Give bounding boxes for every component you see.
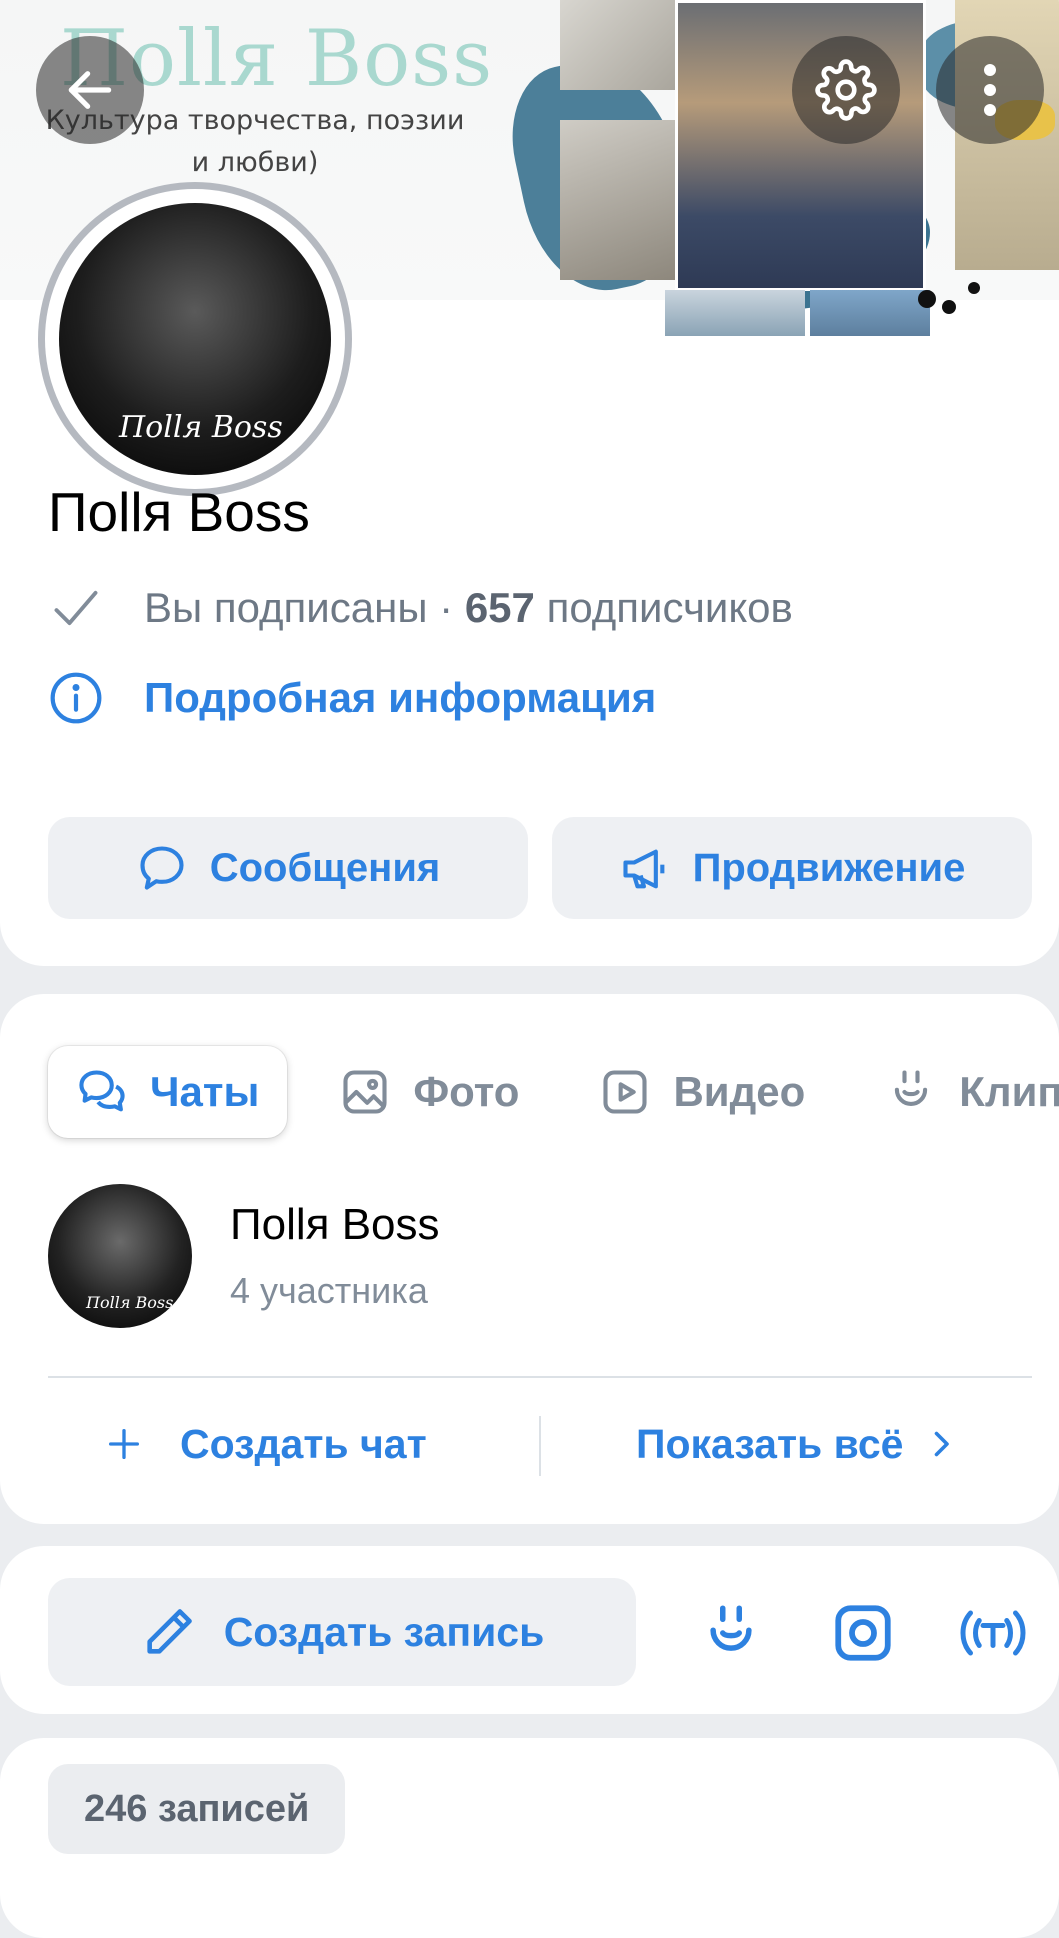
- live-button[interactable]: [958, 1598, 1028, 1668]
- message-bubble-icon: [140, 846, 184, 890]
- show-all-button[interactable]: Показать всё: [636, 1404, 959, 1484]
- chats-icon: [79, 1070, 125, 1112]
- tab-photo[interactable]: Фото: [311, 1046, 547, 1138]
- vertical-separator: [539, 1416, 541, 1476]
- instagram-button[interactable]: [828, 1598, 898, 1668]
- posts-count-badge[interactable]: 246 записей: [48, 1764, 346, 1854]
- create-clip-button[interactable]: [696, 1598, 766, 1668]
- more-vertical-icon: [984, 64, 996, 116]
- group-avatar[interactable]: Поllя Boss: [38, 182, 352, 496]
- clips-icon: [710, 1605, 752, 1651]
- create-post-label: Создать запись: [223, 1608, 545, 1655]
- chats-card: Чаты Фото Видео Клип Поllя Boss Поllя Bo…: [0, 994, 1059, 1524]
- subscribers-count: 657: [464, 584, 535, 631]
- group-name: Поllя Boss: [48, 481, 310, 543]
- chat-list-item[interactable]: Поllя Boss Поllя Boss 4 участника: [48, 1184, 440, 1328]
- posts-card: 246 записей: [0, 1738, 1059, 1938]
- clips-icon: [895, 1070, 928, 1106]
- chevron-right-icon: [935, 1431, 950, 1457]
- avatar-logo-text: Поllя Boss: [119, 410, 283, 445]
- checkmark-icon: [54, 590, 98, 626]
- tab-video[interactable]: Видео: [571, 1046, 833, 1138]
- tab-video-label: Видео: [673, 1068, 806, 1115]
- create-chat-label: Создать чат: [180, 1420, 427, 1467]
- promotion-label: Продвижение: [692, 845, 966, 890]
- avatar-image: Поllя Boss: [59, 203, 331, 475]
- subscribers-label: подписчиков: [534, 584, 793, 631]
- tab-photo-label: Фото: [413, 1068, 520, 1115]
- chat-members: 4 участника: [230, 1270, 428, 1311]
- subscription-status: Вы подписаны · 657 подписчиков: [48, 580, 793, 636]
- instagram-icon: [835, 1605, 891, 1661]
- create-chat-button[interactable]: Создать чат: [104, 1404, 427, 1484]
- chat-avatar-text: Поllя Boss: [86, 1293, 174, 1312]
- section-tabs: Чаты Фото Видео Клип: [48, 1046, 1059, 1138]
- more-button[interactable]: [936, 36, 1044, 144]
- show-all-label: Показать всё: [636, 1420, 904, 1467]
- group-header-card: Поllя Boss Культура творчества, поэзии и…: [0, 0, 1059, 966]
- chat-avatar: Поllя Boss: [48, 1184, 192, 1328]
- cover-subtitle-line2: и любви): [191, 147, 319, 178]
- plus-icon: [109, 1429, 139, 1459]
- tab-clips[interactable]: Клип: [857, 1046, 1059, 1138]
- divider: [48, 1376, 1032, 1378]
- messages-label: Сообщения: [209, 845, 441, 890]
- info-icon: [50, 672, 102, 724]
- chat-actions: Создать чат Показать всё: [0, 1404, 1059, 1484]
- messages-button[interactable]: Сообщения: [48, 817, 528, 919]
- gear-icon: [815, 59, 877, 121]
- video-icon: [603, 1070, 648, 1114]
- info-link-row[interactable]: Подробная информация: [48, 670, 656, 726]
- create-post-card: Создать запись: [0, 1546, 1059, 1714]
- megaphone-icon: [623, 849, 665, 889]
- pencil-icon: [147, 1609, 192, 1654]
- arrow-left-icon: [68, 71, 112, 109]
- chat-title: Поllя Boss: [230, 1200, 440, 1249]
- tab-chats-label: Чаты: [150, 1068, 260, 1115]
- live-icon: [960, 1610, 1026, 1656]
- subscribed-text: Вы подписаны ·: [144, 584, 465, 631]
- tab-clips-label: Клип: [959, 1068, 1059, 1115]
- settings-button[interactable]: [792, 36, 900, 144]
- promotion-button[interactable]: Продвижение: [552, 817, 1032, 919]
- photo-icon: [343, 1070, 387, 1114]
- create-post-button[interactable]: Создать запись: [48, 1578, 636, 1686]
- tab-chats[interactable]: Чаты: [48, 1046, 288, 1138]
- info-link[interactable]: Подробная информация: [144, 674, 656, 722]
- back-button[interactable]: [36, 36, 144, 144]
